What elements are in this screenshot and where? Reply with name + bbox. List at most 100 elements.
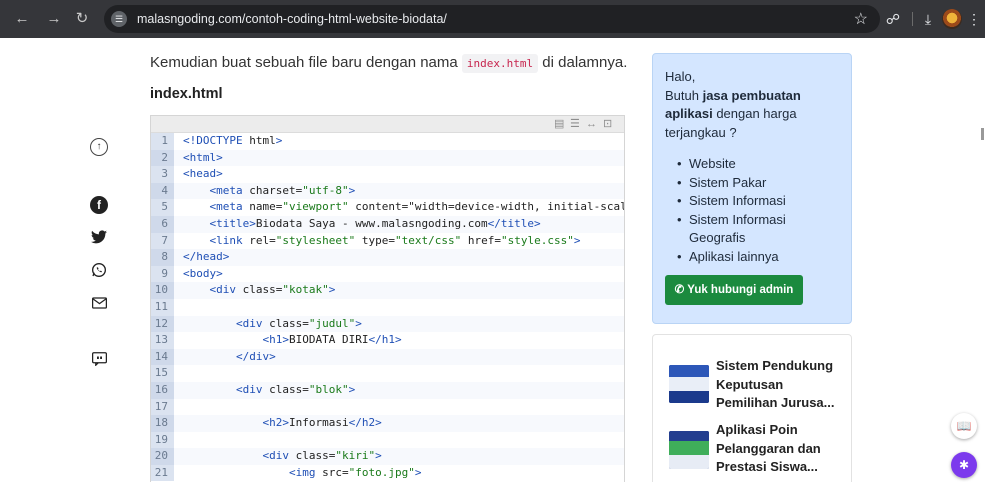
code-line: 18 <h2>Informasi</h2> [151, 415, 624, 432]
address-bar[interactable]: ☰ malasngoding.com/contoh-coding-html-we… [104, 5, 880, 33]
view-source-icon[interactable]: ▤ [554, 118, 564, 130]
line-number: 7 [151, 232, 174, 250]
facebook-icon[interactable]: f [90, 196, 108, 214]
line-number: 20 [151, 448, 174, 465]
menu-kebab-icon[interactable]: ⋮ [967, 9, 981, 29]
comment-icon[interactable] [90, 352, 108, 370]
service-item: Sistem Pakar [677, 174, 839, 193]
whatsapp-icon[interactable] [90, 262, 108, 280]
forward-icon[interactable]: → [44, 9, 64, 29]
contact-admin-label: Yuk hubungi admin [687, 284, 794, 296]
line-number: 10 [151, 282, 174, 299]
line-number: 4 [151, 182, 174, 200]
url-text[interactable]: malasngoding.com/contoh-coding-html-webs… [137, 12, 447, 26]
assistant-icon[interactable]: ✱ [951, 452, 977, 478]
code-line: 16 <div class="blok"> [151, 381, 624, 399]
code-line: 4 <meta charset="utf-8"> [151, 182, 624, 200]
reader-mode-icon[interactable]: 📖 [951, 413, 977, 439]
code-text: <body> [183, 266, 223, 280]
code-line: 6 <title>Biodata Saya - www.malasngoding… [151, 215, 624, 233]
expand-code-icon[interactable]: ↔ [586, 118, 597, 130]
code-text: <title>Biodata Saya - www.malasngoding.c… [209, 216, 541, 230]
line-number: 8 [151, 249, 174, 266]
intro-text: Kemudian buat sebuah file baru dengan na… [150, 54, 462, 71]
related-posts: Sistem Pendukung Keputusan Pemilihan Jur… [652, 334, 852, 482]
service-list: Website Sistem Pakar Sistem Informasi Si… [665, 155, 839, 266]
promo-greeting: Halo, [665, 69, 696, 84]
line-number: 12 [151, 315, 174, 333]
code-text: <div class="judul"> [235, 316, 362, 330]
line-number: 19 [151, 431, 174, 449]
code-line: 8 </head> [151, 249, 624, 266]
code-line: 20 <div class="kiri"> [151, 448, 624, 465]
line-number: 1 [151, 133, 174, 150]
code-text: </head> [183, 250, 230, 264]
reload-icon[interactable]: ↻ [72, 9, 92, 29]
service-item: Sistem Informasi [677, 192, 839, 211]
code-line: 9 <body> [151, 265, 624, 283]
line-number: 13 [151, 332, 174, 349]
twitter-icon[interactable] [90, 230, 108, 248]
copy-code-icon[interactable]: ☰ [570, 118, 580, 130]
code-line: 19 [151, 431, 624, 449]
file-heading: index.html [150, 86, 223, 102]
code-text: <head> [183, 167, 223, 181]
code-line: 10 <div class="kotak"> [151, 282, 624, 299]
email-icon[interactable] [90, 295, 108, 313]
code-block: ▤ ☰ ↔ ⊡ 1 <!DOCTYPE html> 2 <html> 3 <head> 4 … [150, 115, 625, 482]
intro-paragraph: Kemudian buat sebuah file baru dengan na… [150, 54, 628, 73]
open-window-icon[interactable]: ⊡ [603, 118, 612, 130]
code-line: 14 </div> [151, 348, 624, 366]
browser-toolbar: ← → ↻ ☰ malasngoding.com/contoh-coding-h… [0, 0, 985, 38]
code-text: <div class="kiri"> [262, 449, 382, 463]
line-number: 3 [151, 166, 174, 183]
code-line: 2 <html> [151, 149, 624, 167]
extensions-icon[interactable]: ☍ [883, 9, 903, 29]
line-number: 9 [151, 265, 174, 283]
service-item: Sistem Informasi Geografis [677, 211, 839, 248]
profile-avatar[interactable] [942, 9, 962, 29]
code-line: 17 [151, 398, 624, 416]
code-text: <div class="blok"> [235, 382, 356, 396]
code-text: </div> [235, 349, 276, 363]
line-number: 15 [151, 365, 174, 382]
promo-text-before: Butuh [665, 87, 703, 103]
toolbar-separator [912, 12, 913, 26]
line-number: 16 [151, 381, 174, 399]
code-toolbar: ▤ ☰ ↔ ⊡ [151, 116, 624, 133]
code-text: <div class="kotak"> [209, 283, 336, 297]
download-icon[interactable]: ⤓ [918, 9, 938, 29]
back-icon[interactable]: ← [12, 9, 32, 29]
code-line: 11 [151, 298, 624, 316]
related-post-thumbnail[interactable] [669, 431, 709, 469]
bookmark-star-icon[interactable]: ☆ [854, 9, 868, 29]
line-number: 21 [151, 464, 174, 482]
code-lines: 1 <!DOCTYPE html> 2 <html> 3 <head> 4 <meta ch… [151, 133, 624, 482]
code-line: 13 <h1>BIODATA DIRI</h1> [151, 332, 624, 349]
inline-code-filename: index.html [461, 54, 539, 73]
code-line: 7 <link rel="stylesheet" type="text/css"… [151, 232, 624, 250]
scroll-top-icon[interactable]: ↑ [90, 138, 108, 156]
related-post-thumbnail[interactable] [669, 365, 709, 403]
contact-admin-button[interactable]: ✆ Yuk hubungi admin [665, 275, 803, 305]
code-line: 3 <head> [151, 166, 624, 183]
code-text: <meta name="viewport" content="width=dev… [209, 200, 625, 214]
line-number: 11 [151, 298, 174, 316]
code-text: <img src="foto.jpg"> [288, 465, 422, 479]
related-post-title[interactable]: Sistem Pendukung Keputusan Pemilihan Jur… [716, 357, 846, 413]
code-text: <link rel="stylesheet" type="text/css" h… [209, 233, 581, 247]
service-item: Aplikasi lainnya [677, 248, 839, 267]
intro-text-end: di dalamnya. [538, 54, 628, 71]
related-post-title[interactable]: Aplikasi Poin Pelanggaran dan Prestasi S… [716, 421, 846, 477]
whatsapp-button-icon: ✆ [674, 284, 685, 296]
code-line: 5 <meta name="viewport" content="width=d… [151, 199, 624, 216]
scrollbar-thumb[interactable] [981, 128, 984, 140]
code-line: 15 [151, 365, 624, 382]
line-number: 6 [151, 215, 174, 233]
code-text: <meta charset="utf-8"> [209, 183, 356, 197]
service-item: Website [677, 155, 839, 174]
site-info-icon[interactable]: ☰ [111, 11, 127, 27]
